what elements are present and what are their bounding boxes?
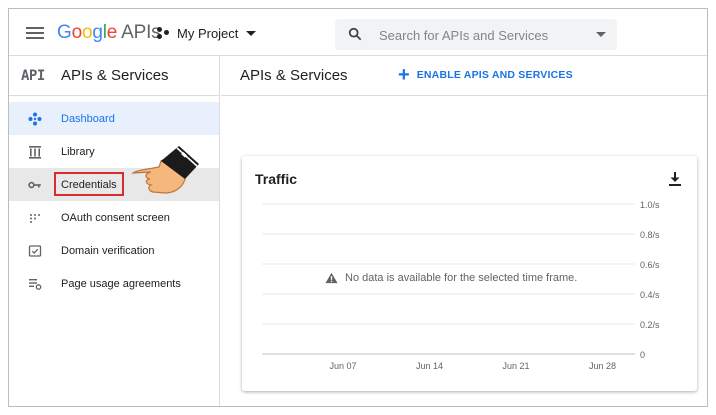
- y-tick-label: 0.8/s: [640, 230, 660, 240]
- logo-suffix: APIs: [121, 22, 161, 43]
- y-tick-label: 0.6/s: [640, 260, 660, 270]
- y-tick-label: 0: [640, 350, 645, 360]
- x-tick-label: Jun 14: [416, 361, 443, 371]
- logo-letter: e: [106, 22, 118, 43]
- api-logo: API: [21, 67, 45, 84]
- sidebar-item-oauth-consent[interactable]: OAuth consent screen: [9, 201, 219, 234]
- logo-letter: g: [92, 22, 103, 43]
- x-tick-label: Jun 28: [589, 361, 616, 371]
- google-apis-logo[interactable]: Google APIs: [57, 22, 161, 44]
- menu-icon[interactable]: [26, 27, 44, 40]
- oauth-icon: [30, 214, 40, 223]
- search-icon: [348, 27, 362, 41]
- search-input[interactable]: [379, 25, 579, 45]
- top-bar: Google APIs My Project: [9, 9, 707, 56]
- page-title: APIs & Services: [240, 67, 348, 84]
- sidebar-item-label: Dashboard: [61, 112, 115, 125]
- sidebar-item-label: Domain verification: [61, 244, 155, 257]
- download-icon[interactable]: [668, 171, 682, 187]
- chart-title: Traffic: [255, 171, 298, 187]
- x-tick-label: Jun 21: [502, 361, 529, 371]
- chevron-down-icon: [246, 30, 257, 36]
- sidebar-item-label: Library: [61, 145, 95, 158]
- traffic-card: 1.0/s 0.8/s 0.6/s 0.4/s 0.2/s 0 Jun 07 Jun 14 Ju…: [242, 156, 697, 391]
- sidebar-nav: Dashboard Library Credentials OAuth cons…: [9, 102, 219, 300]
- search-dropdown-icon[interactable]: [596, 32, 606, 37]
- enable-apis-label: ENABLE APIS AND SERVICES: [416, 69, 573, 81]
- sidebar-title: APIs & Services: [61, 67, 169, 84]
- main-header: APIs & Services + ENABLE APIS AND SERVIC…: [221, 56, 707, 96]
- y-tick-label: 0.2/s: [640, 320, 660, 330]
- key-icon: [28, 181, 41, 189]
- sidebar-item-label: Page usage agreements: [61, 277, 181, 290]
- logo-letter: G: [57, 22, 72, 43]
- logo-letter: o: [71, 22, 83, 43]
- library-icon: [29, 146, 41, 159]
- app-window: GoogleAPIs My Project API APIs & Service…: [8, 8, 708, 407]
- warning-icon: [325, 272, 338, 284]
- project-name: My Project: [177, 25, 239, 41]
- sidebar-item-dashboard[interactable]: Dashboard: [9, 102, 219, 135]
- y-tick-label: 1.0/s: [640, 200, 660, 210]
- y-tick-label: 0.4/s: [640, 290, 660, 300]
- project-selector[interactable]: My Project: [157, 22, 257, 44]
- sidebar-item-domain-verification[interactable]: Domain verification: [9, 234, 219, 267]
- highlight-box: [54, 172, 124, 196]
- sidebar-header: API APIs & Services: [9, 56, 219, 96]
- dashboard-icon: [28, 112, 42, 126]
- enable-apis-button[interactable]: + ENABLE APIS AND SERVICES: [398, 64, 573, 86]
- sidebar-item-page-usage-agreements[interactable]: Page usage agreements: [9, 267, 219, 300]
- empty-state-message: No data is available for the selected ti…: [345, 272, 578, 284]
- project-dots-icon: [157, 26, 171, 40]
- domain-check-icon: [28, 245, 42, 257]
- sidebar: API APIs & Services Dashboard Library Cr…: [9, 56, 220, 406]
- logo-letter: o: [81, 22, 93, 43]
- plus-icon: +: [398, 64, 410, 86]
- sidebar-item-label: OAuth consent screen: [61, 211, 170, 224]
- x-tick-label: Jun 07: [329, 361, 356, 371]
- search-bar[interactable]: [335, 19, 617, 50]
- empty-state: No data is available for the selected ti…: [325, 272, 577, 284]
- settings-list-icon: [29, 279, 42, 290]
- pointing-hand-icon: [131, 146, 199, 194]
